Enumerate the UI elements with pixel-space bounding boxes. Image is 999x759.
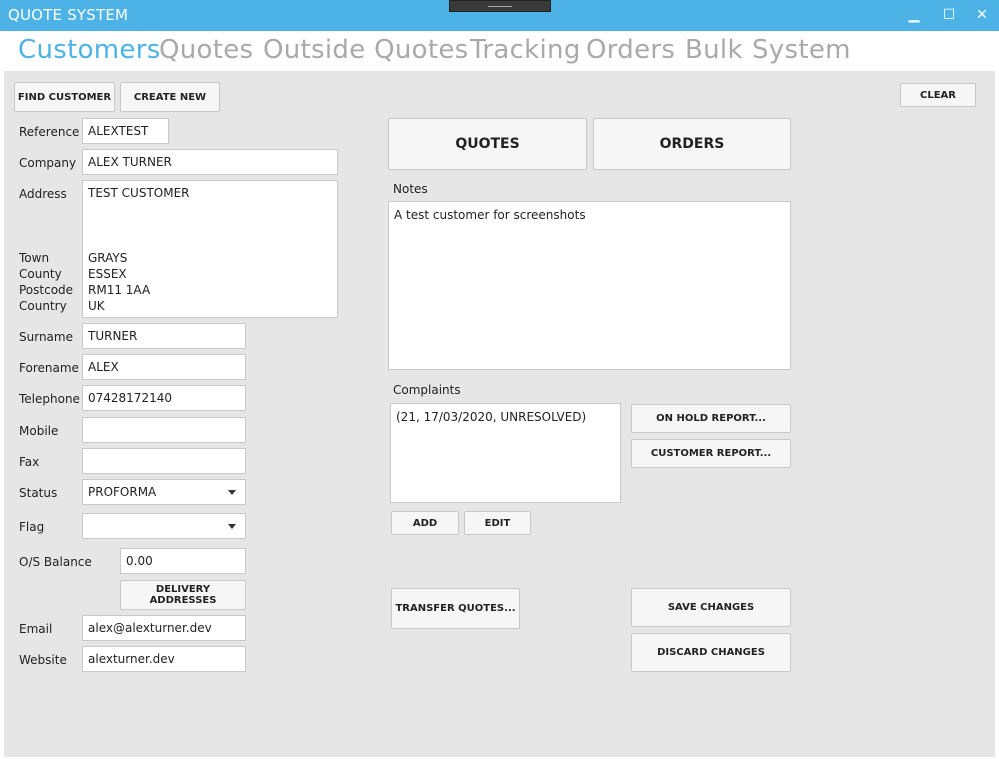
surname-label: Surname bbox=[19, 330, 73, 344]
postcode-value: RM11 1AA bbox=[88, 283, 151, 297]
balance-label: O/S Balance bbox=[19, 555, 92, 569]
notes-textarea[interactable]: A test customer for screenshots bbox=[388, 201, 791, 370]
create-new-button[interactable]: CREATE NEW bbox=[120, 82, 220, 112]
tab-bulk[interactable]: Bulk bbox=[685, 35, 743, 65]
notes-label: Notes bbox=[393, 182, 428, 196]
country-label: Country bbox=[19, 299, 67, 313]
status-select[interactable]: PROFORMA bbox=[82, 479, 246, 505]
postcode-label: Postcode bbox=[19, 283, 74, 297]
tab-orders[interactable]: Orders bbox=[586, 35, 675, 65]
mobile-field[interactable] bbox=[82, 417, 246, 443]
complaints-list[interactable]: (21, 17/03/2020, UNRESOLVED) bbox=[390, 403, 621, 503]
balance-field[interactable]: 0.00 bbox=[120, 548, 246, 574]
minimize-button[interactable]: ▁ bbox=[901, 4, 927, 26]
reference-field[interactable]: ALEXTEST bbox=[82, 118, 169, 144]
website-field[interactable]: alexturner.dev bbox=[82, 646, 246, 672]
forename-label: Forename bbox=[19, 361, 79, 375]
list-item[interactable]: (21, 17/03/2020, UNRESOLVED) bbox=[396, 410, 586, 424]
discard-changes-button[interactable]: DISCARD CHANGES bbox=[631, 633, 791, 672]
on-hold-report-button[interactable]: ON HOLD REPORT... bbox=[631, 404, 791, 433]
maximize-button[interactable]: ☐ bbox=[936, 4, 962, 26]
company-label: Company bbox=[19, 156, 77, 170]
flag-select[interactable] bbox=[82, 513, 246, 539]
fax-field[interactable] bbox=[82, 448, 246, 474]
quotes-button[interactable]: QUOTES bbox=[388, 118, 587, 170]
flag-label: Flag bbox=[19, 520, 45, 534]
chevron-down-icon bbox=[228, 524, 236, 529]
town-value: GRAYS bbox=[88, 251, 128, 265]
complaints-label: Complaints bbox=[393, 383, 461, 397]
save-changes-button[interactable]: SAVE CHANGES bbox=[631, 588, 791, 627]
telephone-field[interactable]: 07428172140 bbox=[82, 385, 246, 411]
status-value: PROFORMA bbox=[88, 485, 157, 499]
title-bar: QUOTE SYSTEM ▁ ☐ ✕ bbox=[0, 0, 999, 31]
clear-button[interactable]: CLEAR bbox=[900, 83, 976, 107]
forename-field[interactable]: ALEX bbox=[82, 354, 246, 380]
edit-complaint-button[interactable]: EDIT bbox=[464, 511, 531, 535]
customer-report-button[interactable]: CUSTOMER REPORT... bbox=[631, 439, 791, 468]
delivery-addresses-button[interactable]: DELIVERY ADDRESSES bbox=[120, 580, 246, 610]
tab-outside-quotes[interactable]: Outside Quotes bbox=[263, 35, 468, 65]
reference-label: Reference bbox=[19, 125, 80, 139]
add-complaint-button[interactable]: ADD bbox=[391, 511, 459, 535]
county-value: ESSEX bbox=[88, 267, 127, 281]
town-label: Town bbox=[19, 251, 50, 265]
website-label: Website bbox=[19, 653, 67, 667]
address-block[interactable] bbox=[82, 180, 338, 318]
country-value: UK bbox=[88, 299, 105, 313]
orders-button[interactable]: ORDERS bbox=[593, 118, 791, 170]
tab-system[interactable]: System bbox=[752, 35, 851, 65]
mobile-label: Mobile bbox=[19, 424, 59, 438]
chevron-down-icon bbox=[228, 490, 236, 495]
address-value: TEST CUSTOMER bbox=[88, 186, 190, 200]
company-field[interactable]: ALEX TURNER bbox=[82, 149, 338, 175]
address-label: Address bbox=[19, 187, 67, 201]
transfer-quotes-button[interactable]: TRANSFER QUOTES... bbox=[391, 588, 520, 629]
tab-customers[interactable]: Customers bbox=[18, 35, 161, 65]
surname-field[interactable]: TURNER bbox=[82, 323, 246, 349]
county-label: County bbox=[19, 267, 62, 281]
app-title: QUOTE SYSTEM bbox=[8, 6, 129, 24]
status-label: Status bbox=[19, 486, 58, 500]
notes-text: A test customer for screenshots bbox=[394, 208, 586, 222]
email-label: Email bbox=[19, 622, 53, 636]
email-field[interactable]: alex@alexturner.dev bbox=[82, 615, 246, 641]
fax-label: Fax bbox=[19, 455, 40, 469]
tab-quotes[interactable]: Quotes bbox=[159, 35, 253, 65]
find-customer-button[interactable]: FIND CUSTOMER bbox=[14, 82, 115, 112]
tab-tracking[interactable]: Tracking bbox=[470, 35, 581, 65]
close-button[interactable]: ✕ bbox=[969, 4, 995, 26]
telephone-label: Telephone bbox=[19, 392, 80, 406]
drag-handle[interactable] bbox=[449, 0, 551, 12]
